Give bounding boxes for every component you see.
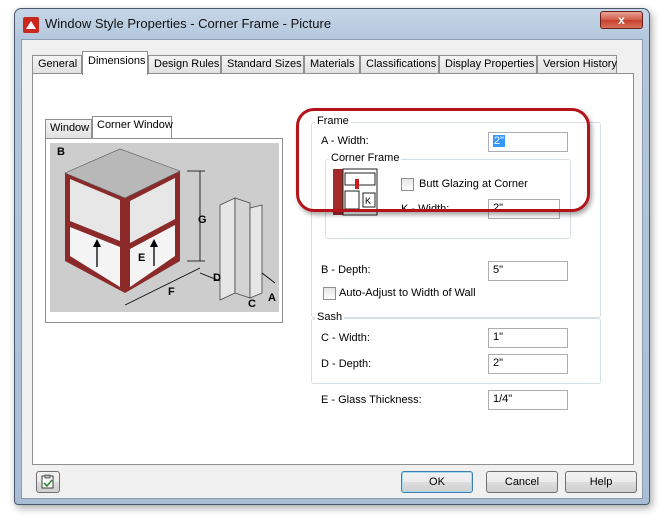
corner-window-diagram: B G E F D C A xyxy=(50,143,279,312)
glass-thickness-field[interactable]: 1/4" xyxy=(488,390,568,410)
auto-adjust-checkbox[interactable] xyxy=(323,287,336,300)
ok-button[interactable]: OK xyxy=(401,471,473,493)
property-help-button[interactable] xyxy=(36,471,60,493)
dim-label-c: C xyxy=(248,298,256,310)
window-title: Window Style Properties - Corner Frame -… xyxy=(45,16,332,31)
tab-general[interactable]: General xyxy=(32,55,82,74)
autocad-app-icon xyxy=(23,17,39,33)
clipboard-check-icon xyxy=(41,474,54,489)
tab-display-properties[interactable]: Display Properties xyxy=(439,55,537,74)
preview-tab-window[interactable]: Window xyxy=(45,119,92,138)
corner-frame-group-label: Corner Frame xyxy=(329,152,402,164)
tab-dimensions[interactable]: Dimensions xyxy=(82,51,148,75)
d-depth-field[interactable]: 2" xyxy=(488,354,568,374)
preview-tab-corner-window[interactable]: Corner Window xyxy=(92,116,173,138)
auto-adjust-label: Auto-Adjust to Width of Wall xyxy=(339,287,476,299)
k-diagram-label: K xyxy=(365,196,371,206)
corner-window-illustration: B G E F D C A xyxy=(50,143,279,312)
b-depth-label: B - Depth: xyxy=(321,264,371,276)
preview-pane: B G E F D C A xyxy=(45,138,283,323)
corner-frame-diagram: K xyxy=(331,167,379,217)
help-button[interactable]: Help xyxy=(565,471,637,493)
dim-label-e: E xyxy=(138,252,145,264)
dim-label-d: D xyxy=(213,272,221,284)
title-bar[interactable]: Window Style Properties - Corner Frame -… xyxy=(15,9,649,39)
c-width-field[interactable]: 1" xyxy=(488,328,568,348)
d-depth-label: D - Depth: xyxy=(321,358,372,370)
glass-thickness-label: E - Glass Thickness: xyxy=(321,394,422,406)
dimensions-panel: Window Corner Window B G E F D C A Frame… xyxy=(32,73,634,465)
cancel-button[interactable]: Cancel xyxy=(486,471,558,493)
b-depth-field[interactable]: 5" xyxy=(488,261,568,281)
dim-label-a: A xyxy=(268,292,276,304)
a-width-field[interactable]: 2" xyxy=(488,132,568,152)
close-button[interactable]: x xyxy=(600,11,643,29)
tab-materials[interactable]: Materials xyxy=(304,55,360,74)
dim-label-b: B xyxy=(57,146,65,158)
tab-standard-sizes[interactable]: Standard Sizes xyxy=(221,55,304,74)
frame-group-label: Frame xyxy=(315,115,351,127)
tab-version-history[interactable]: Version History xyxy=(537,55,617,74)
dim-label-g: G xyxy=(198,214,207,226)
tab-classifications[interactable]: Classifications xyxy=(360,55,439,74)
dialog-client-area: General Dimensions Design Rules Standard… xyxy=(21,39,643,499)
butt-glazing-label: Butt Glazing at Corner xyxy=(419,178,528,190)
a-width-label: A - Width: xyxy=(321,135,369,147)
butt-glazing-checkbox[interactable] xyxy=(401,178,414,191)
k-width-field[interactable]: 2" xyxy=(488,199,560,219)
k-width-label: K - Width: xyxy=(401,203,450,215)
sash-group-label: Sash xyxy=(315,311,345,323)
c-width-label: C - Width: xyxy=(321,332,370,344)
tab-design-rules[interactable]: Design Rules xyxy=(148,55,221,74)
dialog-window: Window Style Properties - Corner Frame -… xyxy=(14,8,650,505)
dim-label-f: F xyxy=(168,286,175,298)
